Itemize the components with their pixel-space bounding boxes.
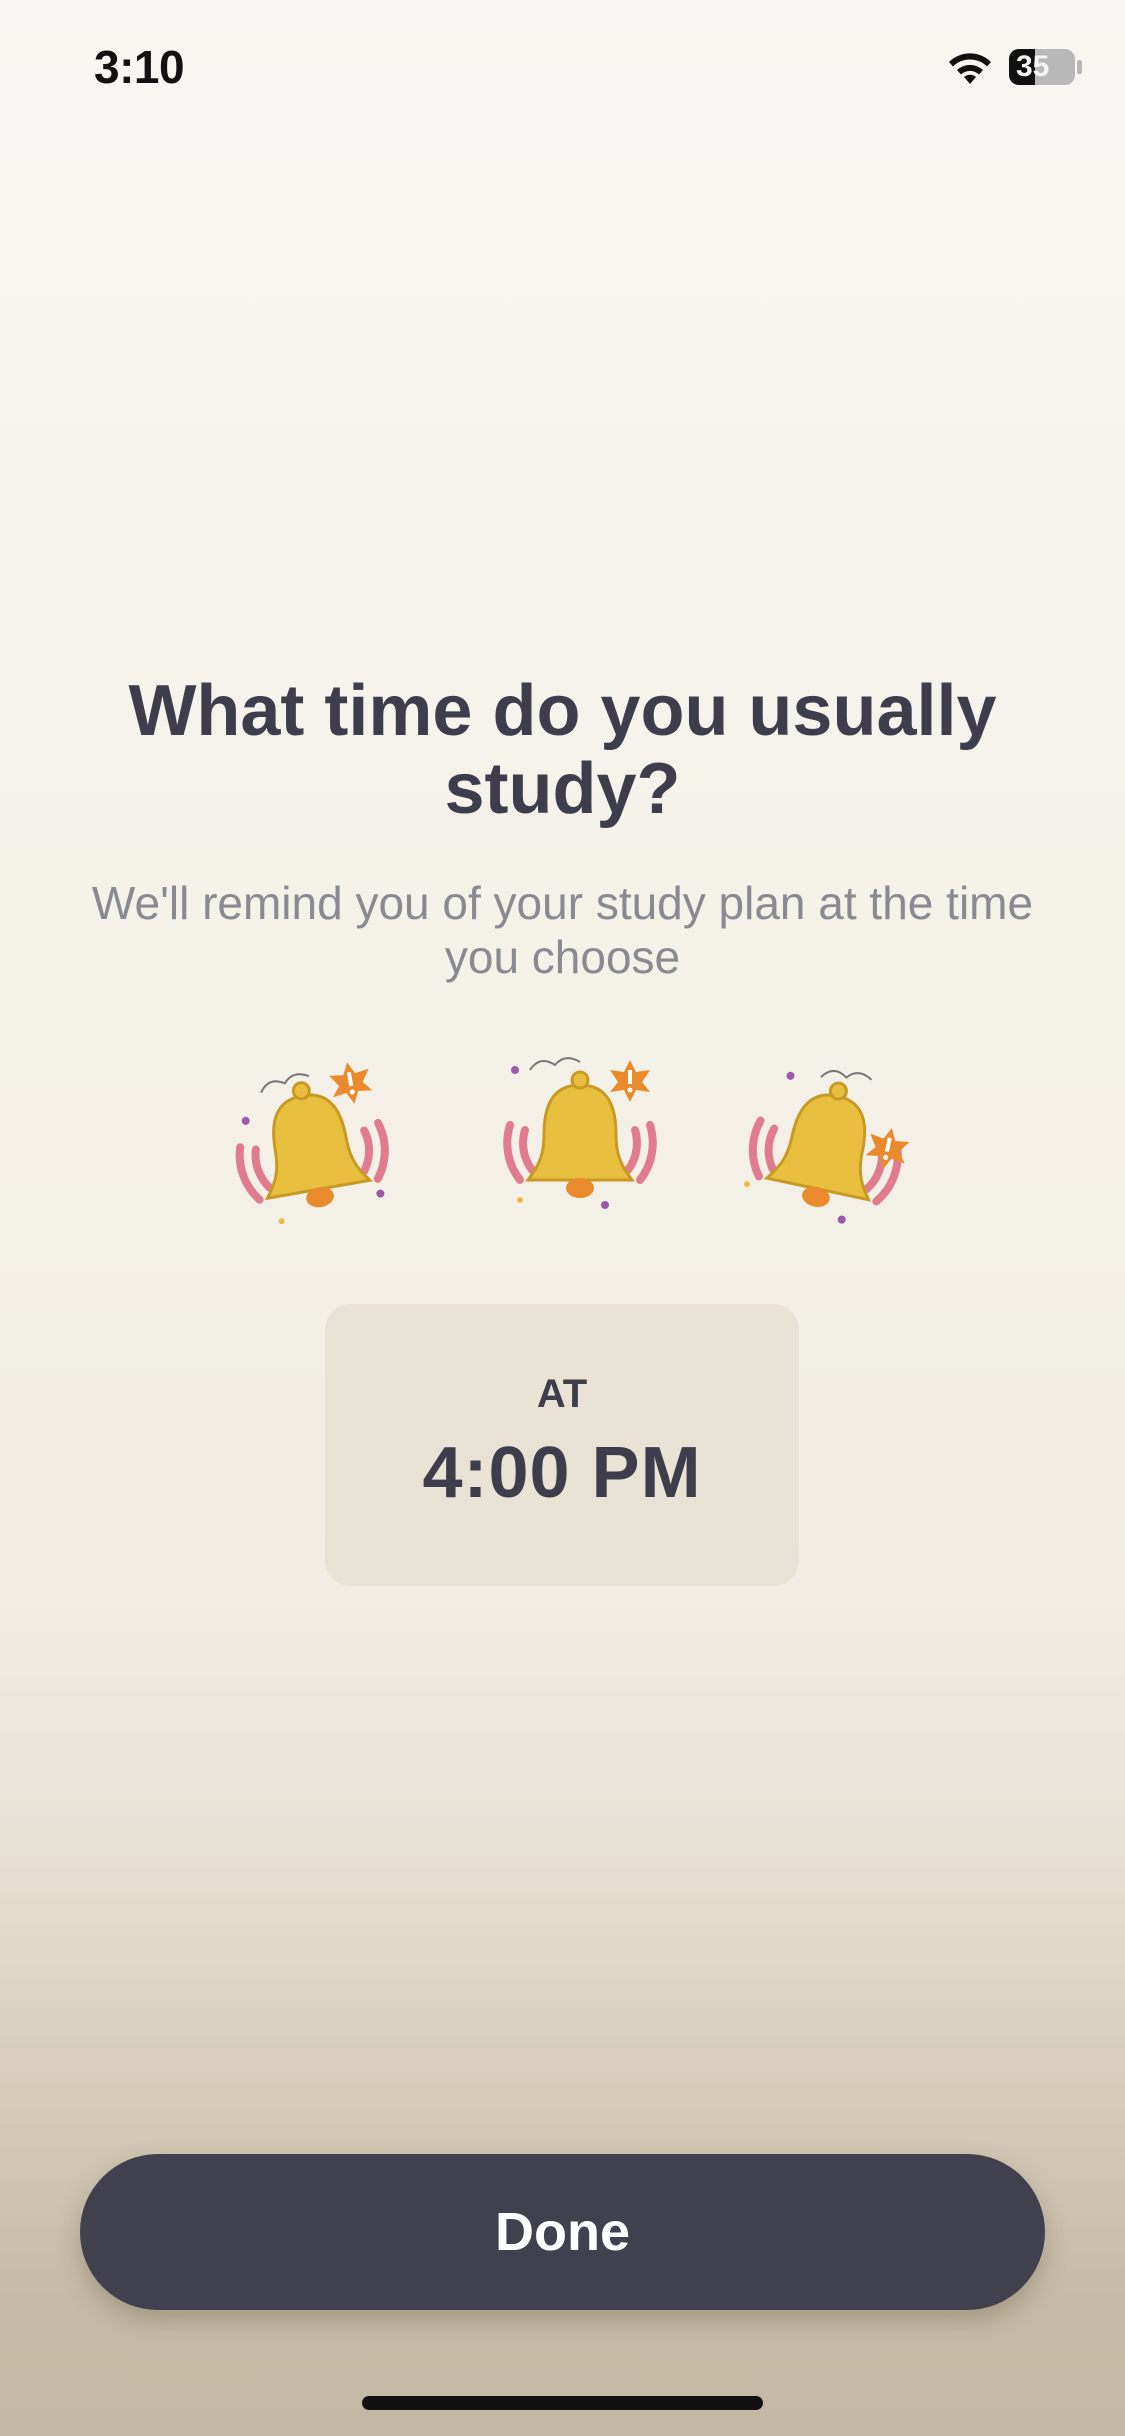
bell-icon [235, 1062, 389, 1225]
done-button-label: Done [495, 2202, 630, 2262]
battery-level: 35 [1016, 50, 1050, 83]
wifi-icon [949, 53, 991, 84]
done-button[interactable]: Done [80, 2154, 1045, 2310]
time-picker-card[interactable]: AT 4:00 PM [325, 1304, 799, 1586]
bell-icon [503, 1057, 657, 1209]
status-bar: 3:10 35 [0, 0, 1125, 140]
page-title: What time do you usually study? [128, 671, 997, 829]
page-subtitle: We'll remind you of your study plan at t… [91, 877, 1034, 983]
home-indicator[interactable] [362, 2396, 763, 2410]
selected-time[interactable]: 4:00 PM [325, 1432, 799, 1514]
status-time: 3:10 [94, 41, 185, 93]
battery-icon: 35 [1008, 48, 1083, 86]
bell-icon [744, 1069, 910, 1224]
time-card-label: AT [536, 1372, 588, 1416]
